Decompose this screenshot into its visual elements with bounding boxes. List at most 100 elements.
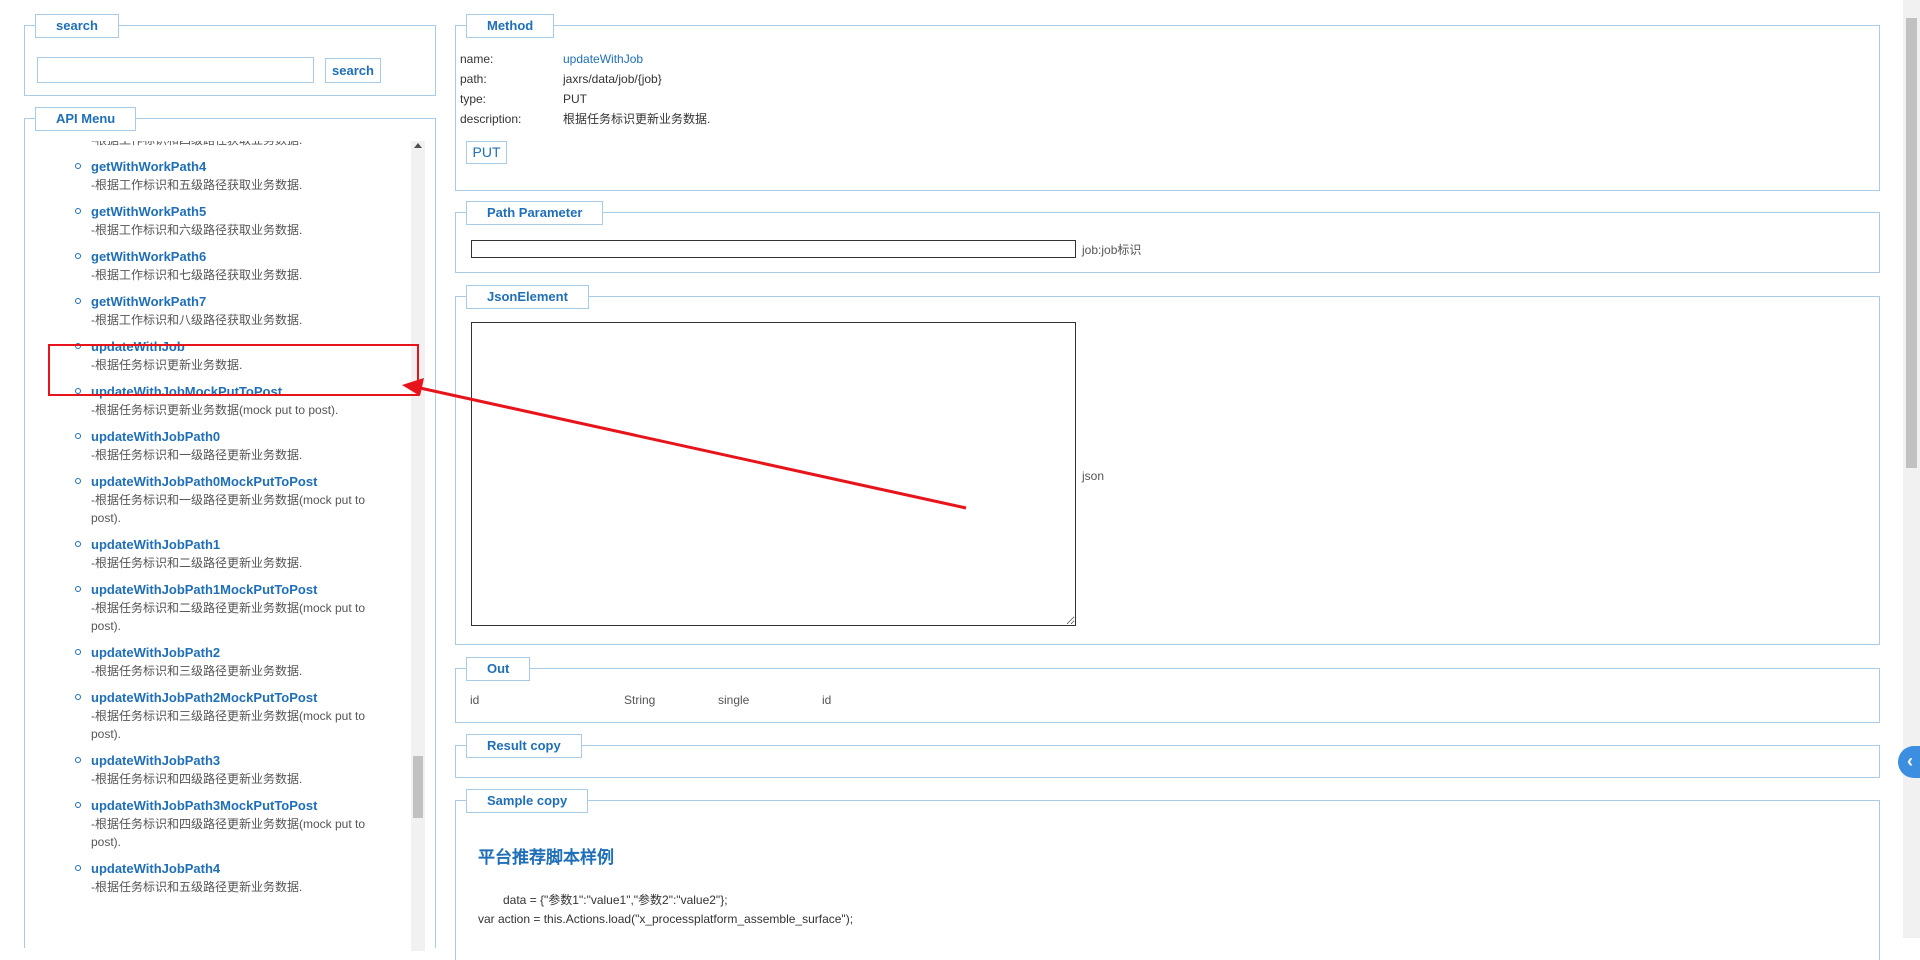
type-label: type:: [460, 92, 487, 106]
api-description: -根据工作标识和八级路径获取业务数据.: [91, 313, 303, 327]
path-value: jaxrs/data/job/{job}: [563, 72, 662, 86]
api-name-link[interactable]: updateWithJobPath3MockPutToPost: [91, 797, 405, 815]
api-name-link[interactable]: updateWithJobPath3: [91, 752, 405, 770]
out-field-cardinality: single: [718, 693, 750, 707]
list-item[interactable]: updateWithJobPath1MockPutToPost -根据任务标识和二…: [25, 581, 405, 635]
api-name-link[interactable]: updateWithJobPath1MockPutToPost: [91, 581, 405, 599]
list-item[interactable]: updateWithJobPath2MockPutToPost -根据任务标识和三…: [25, 689, 405, 743]
list-item: -根据工作标识和四级路径获取业务数据.: [25, 141, 405, 149]
api-name-link[interactable]: updateWithJobPath2: [91, 644, 405, 662]
bullet-icon: [75, 649, 81, 655]
api-name-link[interactable]: updateWithJobPath2MockPutToPost: [91, 689, 405, 707]
api-description: -根据工作标识和五级路径获取业务数据.: [91, 178, 303, 192]
api-name-link[interactable]: updateWithJobMockPutToPost: [91, 383, 405, 401]
search-legend: search: [35, 14, 119, 38]
api-list: -根据工作标识和四级路径获取业务数据. getWithWorkPath4 -根据工…: [25, 141, 405, 905]
method-legend: Method: [466, 14, 555, 38]
path-label: path:: [460, 72, 487, 86]
sample-code-line-2: var action = this.Actions.load("x_proces…: [478, 912, 854, 926]
list-item[interactable]: updateWithJobPath2 -根据任务标识和三级路径更新业务数据.: [25, 644, 405, 680]
json-element-legend: JsonElement: [466, 285, 589, 309]
api-description: -根据任务标识和二级路径更新业务数据(mock put to post).: [91, 601, 366, 633]
api-description: -根据任务标识和一级路径更新业务数据.: [91, 448, 303, 462]
page-scroll-thumb[interactable]: [1906, 18, 1917, 468]
api-description: -根据任务标识和五级路径更新业务数据.: [91, 880, 303, 894]
list-item[interactable]: updateWithJob -根据任务标识更新业务数据.: [25, 338, 405, 374]
api-description: -根据任务标识和四级路径更新业务数据(mock put to post).: [91, 817, 366, 849]
sample-panel: Sample copy 平台推荐脚本样例 data = {"参数1":"valu…: [455, 789, 1880, 960]
json-textarea[interactable]: [471, 322, 1076, 626]
list-item[interactable]: getWithWorkPath6 -根据工作标识和七级路径获取业务数据.: [25, 248, 405, 284]
bullet-icon: [75, 865, 81, 871]
api-description: -根据任务标识和一级路径更新业务数据(mock put to post).: [91, 493, 366, 525]
name-label: name:: [460, 52, 494, 66]
search-input[interactable]: [37, 57, 314, 83]
api-menu-legend: API Menu: [35, 107, 137, 131]
scroll-up-arrow-icon[interactable]: [414, 143, 422, 148]
api-description: -根据工作标识和七级路径获取业务数据.: [91, 268, 303, 282]
api-menu-panel: API Menu -根据工作标识和四级路径获取业务数据. getWithWork…: [24, 107, 436, 951]
api-description: -根据工作标识和四级路径获取业务数据.: [91, 141, 391, 149]
search-button[interactable]: search: [325, 58, 381, 83]
api-description: -根据任务标识和三级路径更新业务数据(mock put to post).: [91, 709, 366, 741]
list-item[interactable]: getWithWorkPath7 -根据工作标识和八级路径获取业务数据.: [25, 293, 405, 329]
api-description: -根据任务标识更新业务数据(mock put to post).: [91, 403, 339, 417]
bullet-icon: [75, 694, 81, 700]
api-name-link[interactable]: getWithWorkPath7: [91, 293, 405, 311]
list-item[interactable]: getWithWorkPath5 -根据工作标识和六级路径获取业务数据.: [25, 203, 405, 239]
api-name-link[interactable]: updateWithJob: [91, 338, 405, 356]
menu-scrollbar[interactable]: [411, 141, 425, 951]
sample-heading: 平台推荐脚本样例: [478, 848, 614, 867]
bullet-icon: [75, 586, 81, 592]
job-field-label: job:job标识: [1082, 243, 1142, 257]
description-label: description:: [460, 112, 522, 126]
path-parameter-legend: Path Parameter: [466, 201, 604, 225]
chevron-left-icon[interactable]: ‹: [1898, 746, 1920, 778]
list-item[interactable]: updateWithJobPath4 -根据任务标识和五级路径更新业务数据.: [25, 860, 405, 896]
put-button[interactable]: PUT: [466, 141, 507, 164]
description-value: 根据任务标识更新业务数据.: [563, 112, 711, 126]
list-item[interactable]: updateWithJobPath0 -根据任务标识和一级路径更新业务数据.: [25, 428, 405, 464]
path-parameter-panel: Path Parameter job:job标识: [455, 201, 1880, 273]
out-panel: Out id String single id: [455, 657, 1880, 723]
list-item[interactable]: updateWithJobPath3MockPutToPost -根据任务标识和四…: [25, 797, 405, 851]
json-element-panel: JsonElement json: [455, 285, 1880, 645]
out-field-type: String: [624, 693, 656, 707]
bullet-icon: [75, 802, 81, 808]
api-description: -根据任务标识和三级路径更新业务数据.: [91, 664, 303, 678]
result-panel: Result copy: [455, 734, 1880, 778]
api-description: -根据任务标识和二级路径更新业务数据.: [91, 556, 303, 570]
sample-code-line-1: data = {"参数1":"value1","参数2":"value2"};: [503, 893, 728, 907]
api-name-link[interactable]: getWithWorkPath4: [91, 158, 405, 176]
bullet-icon: [75, 163, 81, 169]
out-field-description: id: [822, 693, 832, 707]
search-panel: search search: [24, 14, 436, 96]
list-item[interactable]: getWithWorkPath4 -根据工作标识和五级路径获取业务数据.: [25, 158, 405, 194]
api-name-link[interactable]: updateWithJobPath0MockPutToPost: [91, 473, 405, 491]
sample-copy-legend[interactable]: Sample copy: [466, 789, 589, 813]
list-item[interactable]: updateWithJobPath3 -根据任务标识和四级路径更新业务数据.: [25, 752, 405, 788]
api-name-link[interactable]: getWithWorkPath6: [91, 248, 405, 266]
bullet-icon: [75, 541, 81, 547]
method-panel: Method name: updateWithJob path: jaxrs/d…: [455, 14, 1880, 191]
list-item[interactable]: updateWithJobPath0MockPutToPost -根据任务标识和一…: [25, 473, 405, 527]
api-description: -根据任务标识和四级路径更新业务数据.: [91, 772, 303, 786]
out-legend: Out: [466, 657, 531, 681]
out-field-name: id: [470, 693, 480, 707]
api-name-link[interactable]: updateWithJobPath1: [91, 536, 405, 554]
api-name-link[interactable]: getWithWorkPath5: [91, 203, 405, 221]
list-item[interactable]: updateWithJobMockPutToPost -根据任务标识更新业务数据(…: [25, 383, 405, 419]
menu-scroll-thumb[interactable]: [413, 756, 423, 818]
job-input[interactable]: [471, 240, 1076, 258]
api-menu-scroll-area[interactable]: -根据工作标识和四级路径获取业务数据. getWithWorkPath4 -根据工…: [25, 141, 435, 948]
bullet-icon: [75, 343, 81, 349]
page-scrollbar[interactable]: [1903, 0, 1920, 938]
list-item[interactable]: updateWithJobPath1 -根据任务标识和二级路径更新业务数据.: [25, 536, 405, 572]
result-copy-legend[interactable]: Result copy: [466, 734, 582, 758]
api-name-link[interactable]: updateWithJobPath4: [91, 860, 405, 878]
bullet-icon: [75, 757, 81, 763]
api-description: -根据工作标识和六级路径获取业务数据.: [91, 223, 303, 237]
bullet-icon: [75, 208, 81, 214]
bullet-icon: [75, 298, 81, 304]
api-name-link[interactable]: updateWithJobPath0: [91, 428, 405, 446]
